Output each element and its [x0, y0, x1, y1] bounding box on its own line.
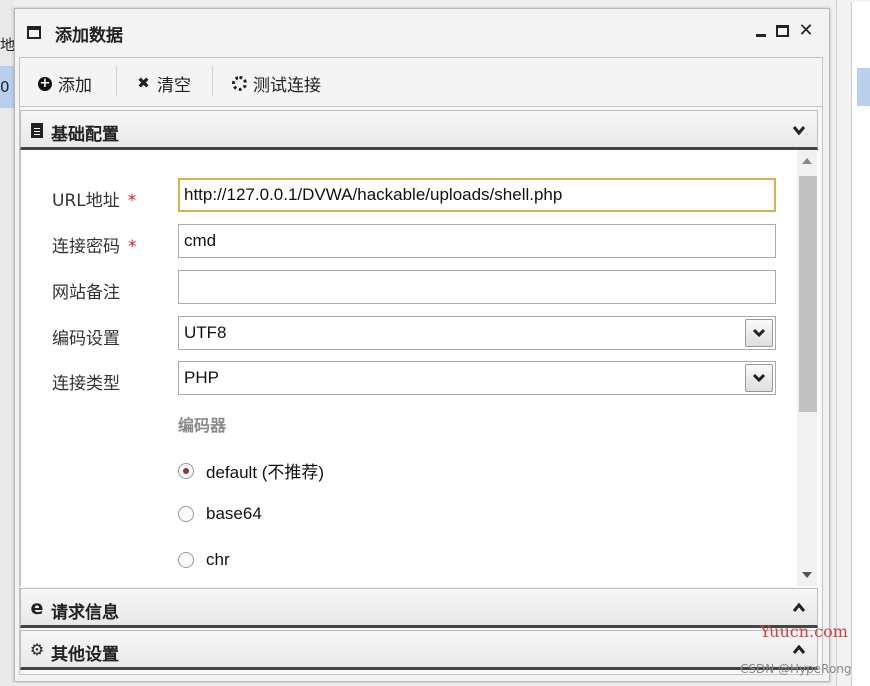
- note-label: 网站备注: [52, 283, 120, 303]
- encoder-option-base64[interactable]: base64: [178, 504, 262, 524]
- minimize-button[interactable]: [751, 20, 771, 42]
- radio-checked-icon[interactable]: [178, 462, 194, 479]
- section-request-header[interactable]: e 请求信息: [20, 588, 818, 628]
- clear-button[interactable]: ✖ 清空: [136, 71, 191, 97]
- author-watermark: CSDN @HypeRong: [740, 662, 852, 676]
- section-basic-title: 基础配置: [51, 125, 119, 145]
- type-value: PHP: [184, 368, 219, 387]
- radio-unchecked-icon[interactable]: [178, 506, 194, 522]
- chevron-down-icon: [752, 328, 766, 338]
- plus-circle-icon: +: [38, 75, 52, 91]
- section-basic-header[interactable]: 基础配置: [20, 110, 818, 150]
- password-label-text: 连接密码: [52, 237, 120, 257]
- vertical-scrollbar[interactable]: [797, 150, 817, 586]
- close-button[interactable]: ✕: [796, 20, 816, 42]
- password-input[interactable]: cmd: [178, 224, 776, 258]
- radio-unchecked-icon[interactable]: [178, 552, 194, 568]
- required-marker: *: [127, 191, 137, 211]
- section-other-title: 其他设置: [51, 645, 119, 665]
- encoder-option-chr[interactable]: chr: [178, 550, 230, 570]
- required-marker: *: [128, 237, 137, 257]
- url-input[interactable]: http://127.0.0.1/DVWA/hackable/uploads/s…: [178, 178, 776, 212]
- type-label: 连接类型: [52, 374, 120, 394]
- clear-button-label: 清空: [157, 76, 191, 96]
- encoding-dropdown-button[interactable]: [745, 319, 773, 347]
- maximize-icon: [776, 25, 789, 37]
- chevron-down-icon: [792, 126, 806, 136]
- type-select[interactable]: PHP: [178, 361, 776, 395]
- dialog-content: + 添加 ✖ 清空 测试连接 基础配置 URL地址 * http://127.0…: [19, 57, 823, 675]
- site-watermark: Yuucn.com: [760, 622, 848, 641]
- background-right-selection: [857, 68, 870, 106]
- dialog-titlebar[interactable]: 添加数据 ✕: [15, 9, 829, 55]
- scroll-down-icon[interactable]: [802, 572, 812, 578]
- section-other-header[interactable]: ⚙ 其他设置: [20, 630, 818, 670]
- spinner-icon: [232, 76, 247, 91]
- maximize-button[interactable]: [773, 20, 793, 42]
- document-icon: [31, 123, 43, 138]
- background-cut-text-2: 0: [0, 78, 10, 96]
- encoder-option-default[interactable]: default (不推荐): [178, 458, 324, 483]
- toolbar: + 添加 ✖ 清空 测试连接: [20, 58, 822, 107]
- encoder-title: 编码器: [178, 416, 227, 435]
- note-input[interactable]: [178, 270, 776, 304]
- background-left-panel: 地 0: [0, 0, 16, 686]
- window-icon: [27, 26, 41, 39]
- x-icon: ✖: [137, 74, 150, 92]
- gears-icon: ⚙: [29, 640, 45, 659]
- add-button[interactable]: + 添加: [38, 71, 92, 96]
- section-request-title: 请求信息: [51, 603, 119, 623]
- scrollbar-thumb[interactable]: [799, 176, 817, 412]
- scroll-up-icon[interactable]: [802, 158, 812, 164]
- chevron-down-icon: [752, 373, 766, 383]
- toolbar-divider: [212, 66, 213, 96]
- encoder-option-label: base64: [206, 504, 262, 523]
- ie-icon: e: [30, 597, 44, 619]
- add-data-dialog: 添加数据 ✕ + 添加 ✖ 清空 测试连接 基础配置 URL地址 * http:…: [14, 8, 830, 682]
- chevron-up-icon: [792, 644, 806, 654]
- background-cut-text: 地: [0, 36, 16, 54]
- encoding-value: UTF8: [184, 323, 227, 342]
- encoding-label: 编码设置: [52, 329, 120, 349]
- encoder-option-label: chr: [206, 550, 230, 569]
- chevron-up-icon: [792, 602, 806, 612]
- minimize-icon: [756, 34, 766, 37]
- encoding-select[interactable]: UTF8: [178, 316, 776, 350]
- test-connection-button[interactable]: 测试连接: [232, 71, 321, 96]
- toolbar-divider: [116, 66, 117, 96]
- encoder-option-label: default (不推荐): [206, 463, 325, 482]
- test-connection-label: 测试连接: [253, 76, 321, 96]
- url-label-text: URL地址: [52, 191, 120, 211]
- dialog-title: 添加数据: [55, 26, 123, 46]
- url-label: URL地址 *: [52, 186, 136, 211]
- background-right-panel: [836, 0, 870, 686]
- section-basic-body: URL地址 * http://127.0.0.1/DVWA/hackable/up…: [20, 150, 819, 586]
- close-icon: ✕: [798, 20, 814, 41]
- type-dropdown-button[interactable]: [745, 364, 773, 392]
- add-button-label: 添加: [58, 76, 92, 96]
- password-label: 连接密码 *: [52, 232, 137, 257]
